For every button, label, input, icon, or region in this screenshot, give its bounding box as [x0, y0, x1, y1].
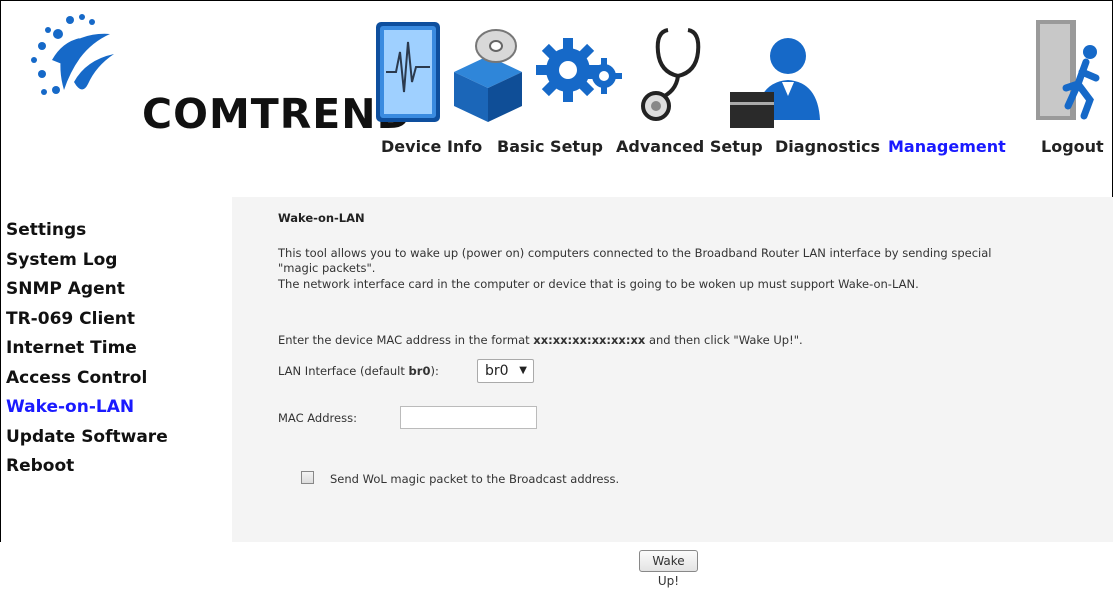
sidebar-item-settings[interactable]: Settings — [6, 216, 226, 246]
description-line-3: The network interface card in the comput… — [278, 277, 919, 291]
nav-management[interactable]: Management — [888, 137, 1006, 156]
disc-box-icon[interactable] — [448, 12, 528, 134]
lan-interface-selected: br0 — [485, 363, 509, 379]
comtrend-logo: COMTREND — [22, 12, 411, 152]
sidebar-item-snmp-agent[interactable]: SNMP Agent — [6, 275, 226, 305]
format-suffix: and then click "Wake Up!". — [645, 333, 803, 347]
nav-device-info[interactable]: Device Info — [381, 137, 482, 156]
mac-format-instruction: Enter the device MAC address in the form… — [278, 333, 803, 347]
sidebar-item-internet-time[interactable]: Internet Time — [6, 334, 226, 364]
page-title: Wake-on-LAN — [278, 211, 365, 225]
lan-label-prefix: LAN Interface (default — [278, 364, 409, 378]
description-line-2: "magic packets". — [278, 261, 376, 275]
nav-advanced-setup[interactable]: Advanced Setup — [616, 137, 763, 156]
sidebar-item-update-software[interactable]: Update Software — [6, 423, 226, 453]
mac-address-input[interactable] — [400, 406, 537, 429]
mac-address-label: MAC Address: — [278, 411, 357, 425]
lan-interface-select[interactable]: br0 ▼ — [477, 359, 534, 383]
person-card-icon[interactable] — [726, 12, 826, 134]
nav-basic-setup[interactable]: Basic Setup — [497, 137, 603, 156]
nav-logout[interactable]: Logout — [1041, 137, 1104, 156]
format-prefix: Enter the device MAC address in the form… — [278, 333, 534, 347]
exit-door-icon[interactable] — [1032, 12, 1112, 134]
content-panel: Wake-on-LAN This tool allows you to wake… — [232, 197, 1113, 588]
lan-label-suffix: ): — [430, 364, 439, 378]
sidebar-item-tr069-client[interactable]: TR-069 Client — [6, 305, 226, 335]
sidebar-item-wake-on-lan[interactable]: Wake-on-LAN — [6, 393, 226, 423]
brand-name: COMTREND — [142, 90, 412, 138]
broadcast-label: Send WoL magic packet to the Broadcast a… — [330, 472, 620, 486]
lan-label-default: br0 — [408, 364, 431, 378]
monitor-chart-icon[interactable] — [374, 12, 444, 134]
nav-diagnostics[interactable]: Diagnostics — [775, 137, 880, 156]
wake-up-button[interactable]: Wake Up! — [639, 550, 698, 588]
sidebar-item-access-control[interactable]: Access Control — [6, 364, 226, 394]
description-line-1: This tool allows you to wake up (power o… — [278, 246, 992, 260]
stethoscope-icon[interactable] — [638, 12, 718, 134]
gears-icon[interactable] — [532, 12, 622, 134]
chevron-down-icon: ▼ — [519, 365, 527, 376]
sidebar-item-reboot[interactable]: Reboot — [6, 452, 226, 482]
broadcast-checkbox[interactable] — [301, 471, 314, 484]
lan-interface-label: LAN Interface (default br0): — [278, 364, 439, 378]
format-value: xx:xx:xx:xx:xx:xx — [533, 333, 646, 347]
sidebar-menu: Settings System Log SNMP Agent TR-069 Cl… — [6, 216, 226, 482]
sidebar-item-system-log[interactable]: System Log — [6, 246, 226, 276]
